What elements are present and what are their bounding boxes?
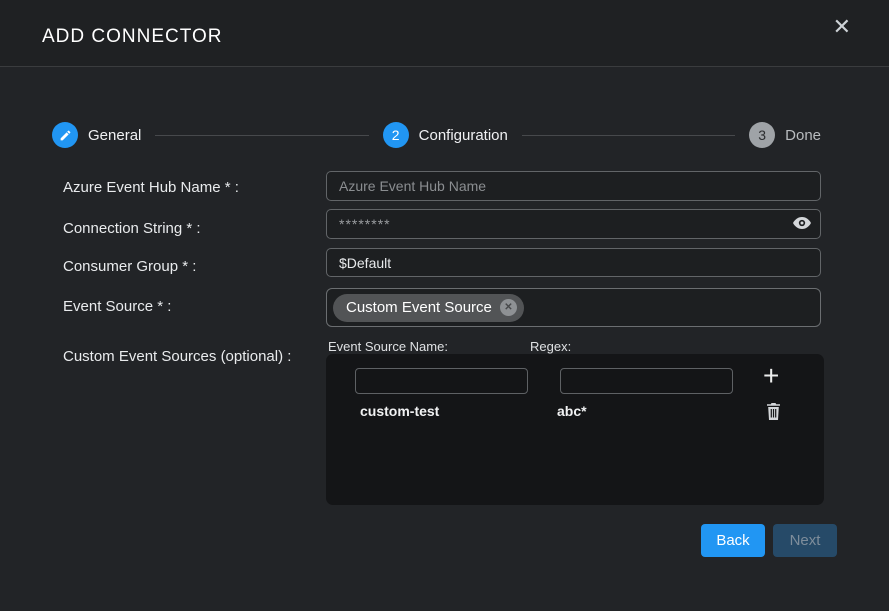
stepper-connector-line — [155, 135, 368, 136]
step-configuration[interactable]: 2 Configuration — [383, 122, 508, 148]
dialog-header: ADD CONNECTOR ✕ — [0, 0, 889, 67]
stepper-connector-line — [522, 135, 735, 136]
source-name-value: custom-test — [360, 403, 439, 419]
step-done: 3 Done — [749, 122, 821, 148]
event-source-label: Event Source * : — [63, 296, 318, 318]
step-configuration-label: Configuration — [419, 127, 508, 144]
event-hub-name-label: Azure Event Hub Name * : — [63, 177, 318, 199]
step-configuration-number: 2 — [383, 122, 409, 148]
source-regex-value: abc* — [557, 403, 587, 419]
column-header-event-source-name: Event Source Name: — [328, 339, 448, 354]
event-source-chip-label: Custom Event Source — [346, 299, 492, 316]
step-done-label: Done — [785, 127, 821, 144]
consumer-group-input[interactable] — [326, 248, 821, 277]
step-done-number: 3 — [749, 122, 775, 148]
step-general-label: General — [88, 127, 141, 144]
connection-string-input[interactable] — [326, 209, 821, 239]
event-hub-name-input[interactable] — [326, 171, 821, 201]
custom-event-sources-panel: + custom-test abc* — [326, 354, 824, 505]
next-button[interactable]: Next — [773, 524, 837, 557]
step-general[interactable]: General — [52, 122, 141, 148]
add-connector-dialog: ADD CONNECTOR ✕ General 2 Configuration … — [0, 0, 889, 611]
add-source-icon[interactable]: + — [763, 362, 779, 390]
close-icon[interactable]: ✕ — [833, 16, 851, 38]
delete-source-trash-icon[interactable] — [766, 403, 781, 420]
connection-string-label: Connection String * : — [63, 218, 318, 240]
consumer-group-label: Consumer Group * : — [63, 256, 318, 278]
event-source-select[interactable]: Custom Event Source ✕ — [326, 288, 821, 327]
custom-event-sources-label: Custom Event Sources (optional) : — [63, 346, 318, 368]
column-header-regex: Regex: — [530, 339, 571, 354]
show-password-eye-icon[interactable] — [793, 216, 811, 230]
pencil-icon — [52, 122, 78, 148]
event-source-chip: Custom Event Source ✕ — [333, 294, 524, 322]
new-source-name-input[interactable] — [355, 368, 528, 394]
new-source-regex-input[interactable] — [560, 368, 733, 394]
chip-remove-icon[interactable]: ✕ — [500, 299, 517, 316]
back-button[interactable]: Back — [701, 524, 765, 557]
dialog-title: ADD CONNECTOR — [42, 26, 223, 48]
wizard-stepper: General 2 Configuration 3 Done — [52, 121, 821, 149]
